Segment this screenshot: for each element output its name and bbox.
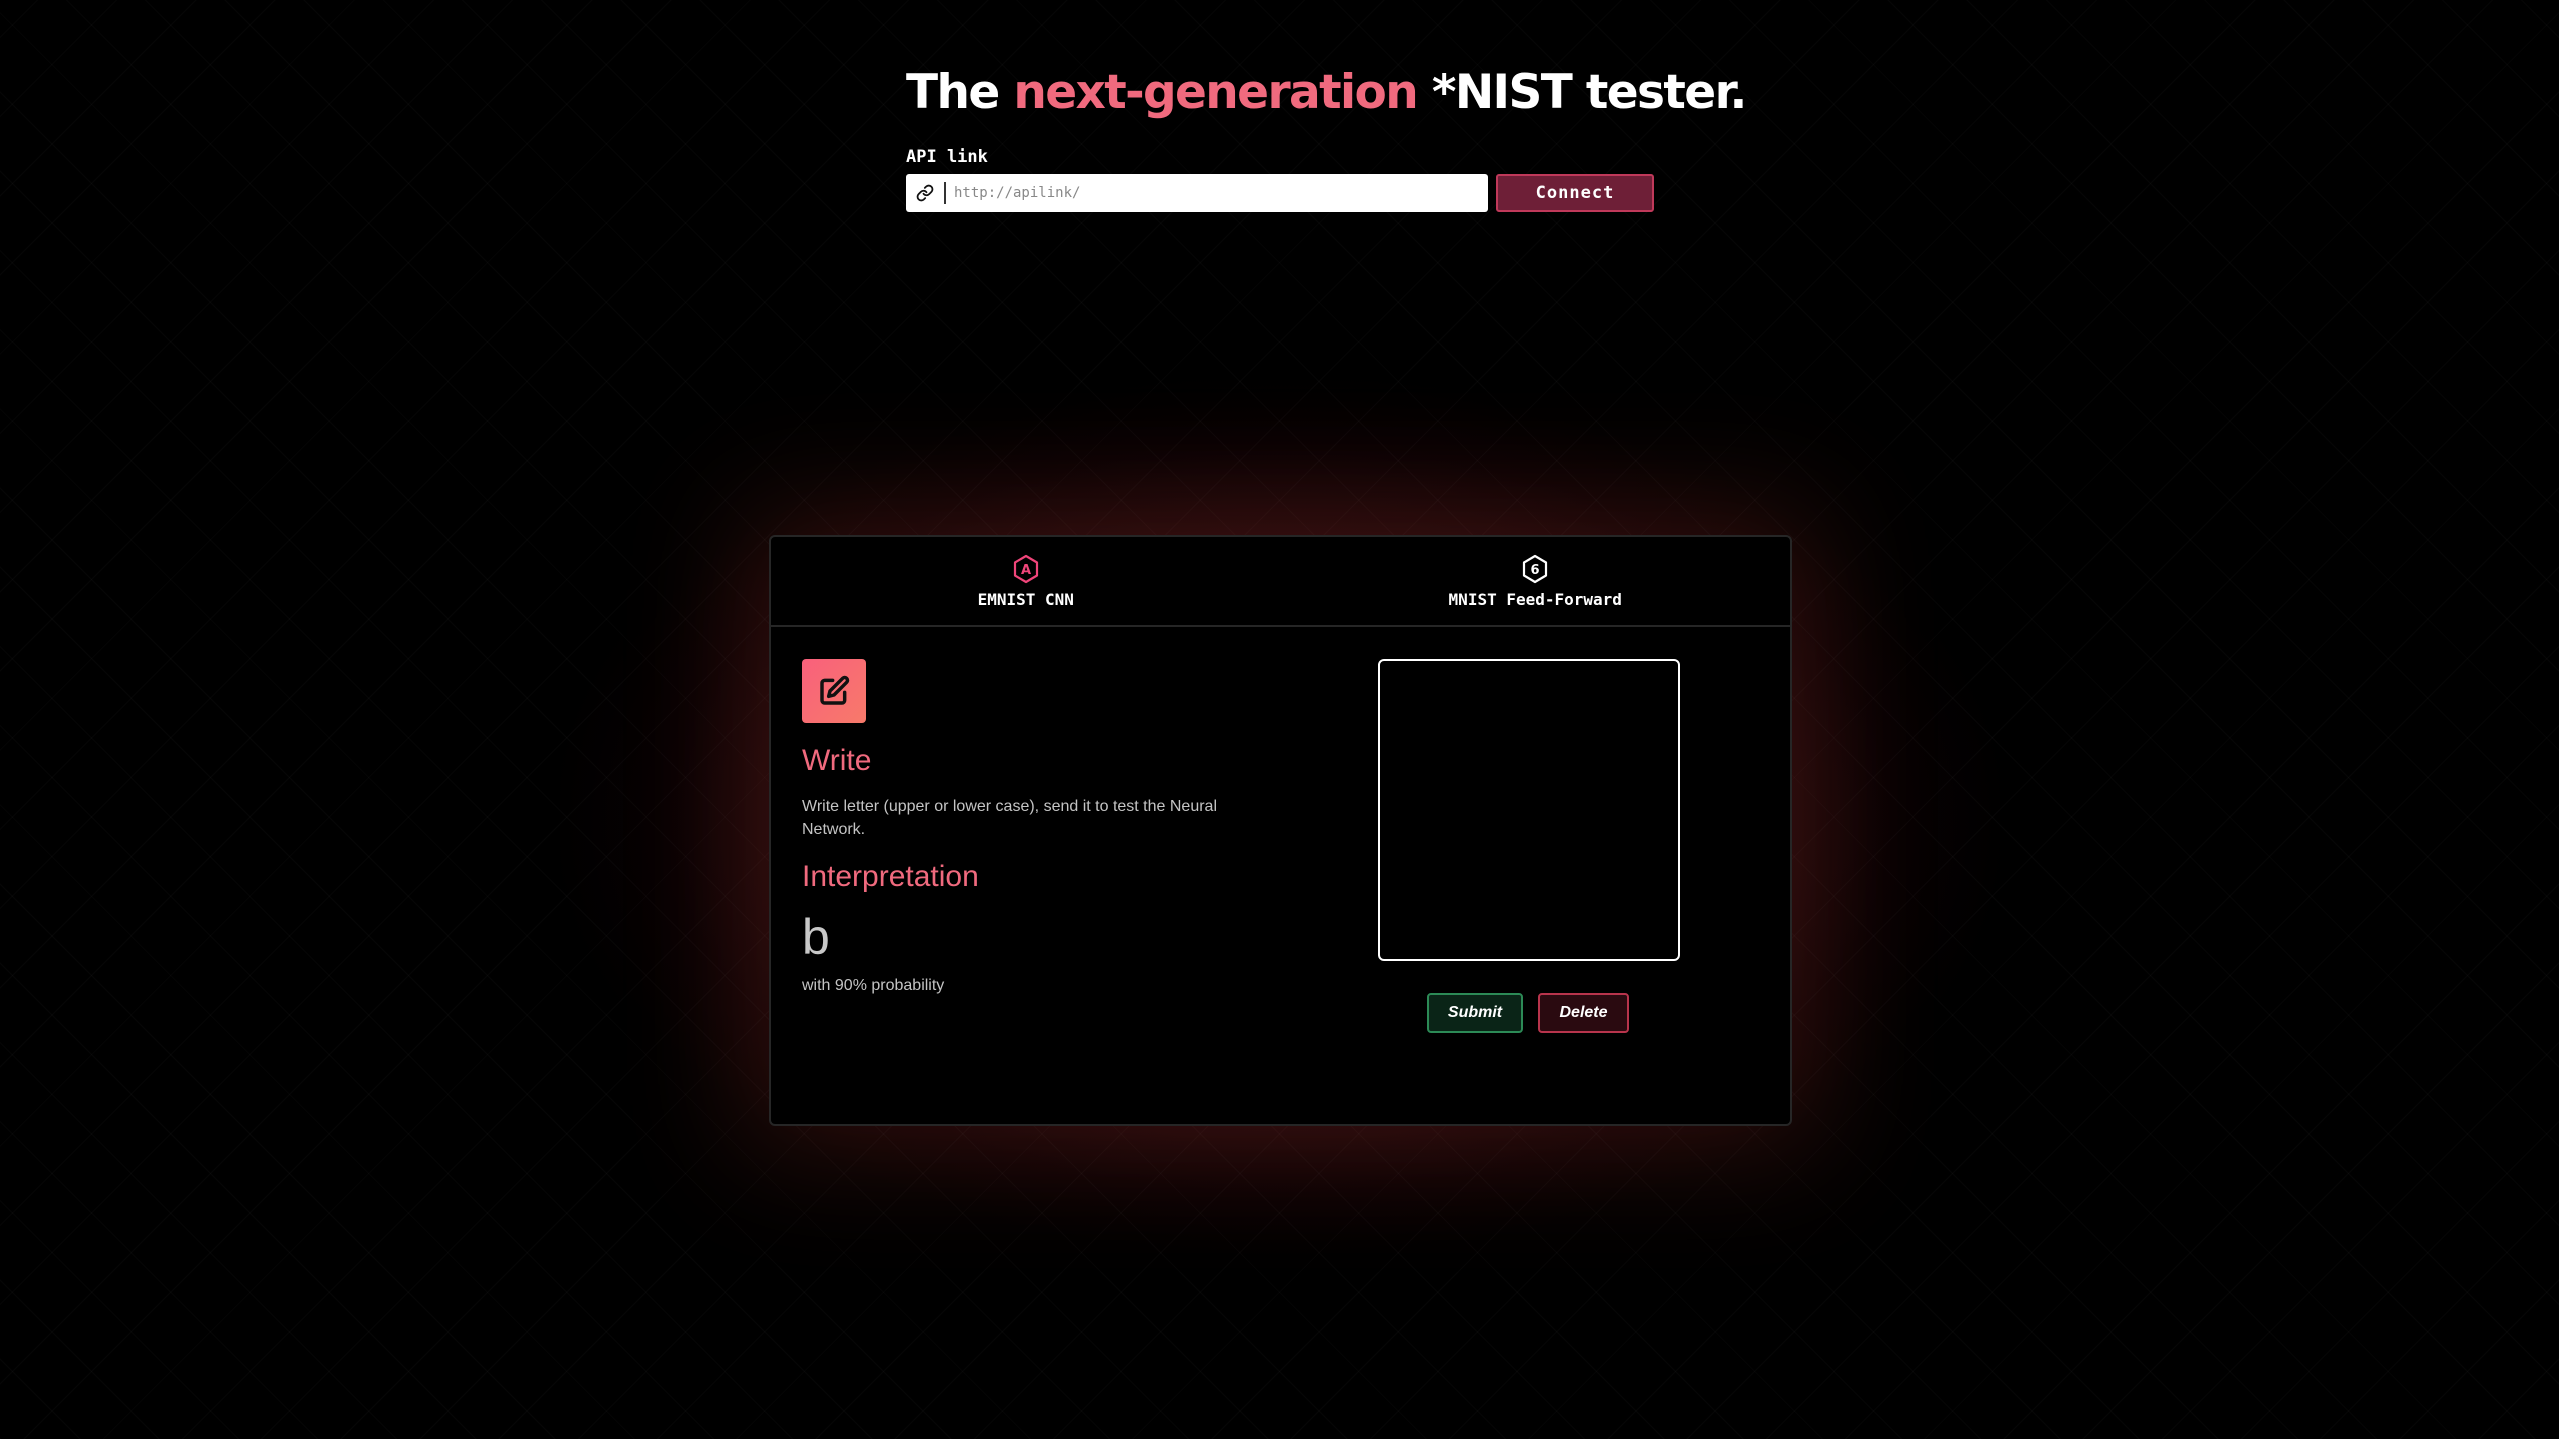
tab-emnist-cnn[interactable]: A EMNIST CNN <box>771 537 1281 625</box>
write-description: Write letter (upper or lower case), send… <box>802 798 1217 838</box>
tab-label: MNIST Feed-Forward <box>1448 590 1622 609</box>
tab-label: EMNIST CNN <box>977 590 1074 609</box>
tab-icon-glyph: 6 <box>1531 563 1540 578</box>
hexagon-number-6-icon: 6 <box>1523 554 1548 584</box>
api-link-row: Connect <box>906 174 1654 212</box>
panel-body: Write Write letter (upper or lower case)… <box>771 627 1790 1124</box>
tab-mnist-feed-forward[interactable]: 6 MNIST Feed-Forward <box>1281 537 1791 625</box>
submit-button[interactable]: Submit <box>1427 993 1523 1033</box>
header: The next-generation *NIST tester. API li… <box>906 58 1747 212</box>
title-suffix: *NIST tester. <box>1417 65 1747 120</box>
prediction-result: b <box>802 909 830 965</box>
interpretation-title: Interpretation <box>802 860 979 893</box>
link-icon <box>906 182 946 204</box>
model-card: A EMNIST CNN 6 MNIST Feed-Forward Write … <box>769 535 1792 1126</box>
delete-button[interactable]: Delete <box>1538 993 1629 1033</box>
drawing-canvas[interactable] <box>1378 659 1680 961</box>
title-accent: next-generation <box>1013 65 1418 120</box>
api-link-label: API link <box>906 147 988 167</box>
info-column: Write Write letter (upper or lower case)… <box>802 659 1282 995</box>
api-link-input[interactable] <box>946 175 1488 211</box>
model-tabs: A EMNIST CNN 6 MNIST Feed-Forward <box>771 537 1790 627</box>
title-prefix: The <box>906 65 1014 120</box>
write-title: Write <box>802 744 872 777</box>
tab-icon-glyph: A <box>1021 563 1031 578</box>
api-link-field <box>906 174 1488 212</box>
prediction-probability: with 90% probability <box>802 977 945 994</box>
page-title: The next-generation *NIST tester. <box>906 58 1747 128</box>
hexagon-letter-a-icon: A <box>1013 554 1038 584</box>
connect-button[interactable]: Connect <box>1496 174 1654 212</box>
edit-icon <box>802 659 866 723</box>
